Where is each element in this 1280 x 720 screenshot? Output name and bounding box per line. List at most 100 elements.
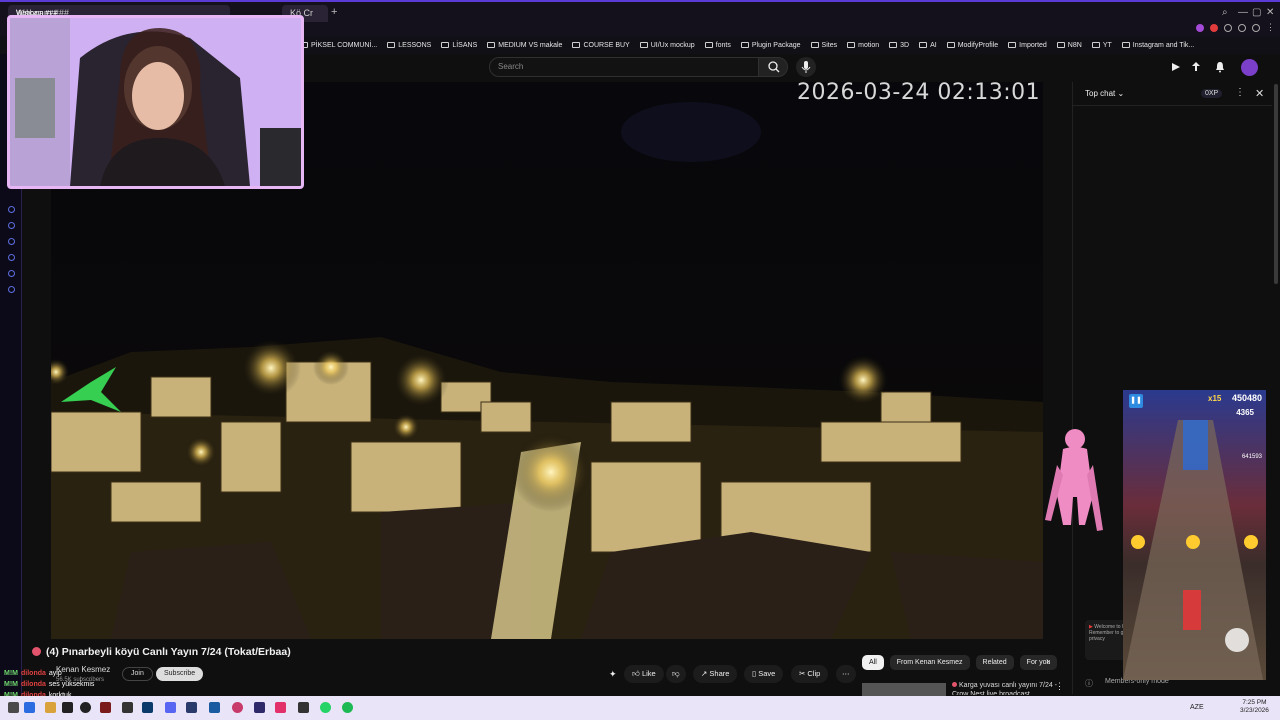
- bookmark-item[interactable]: 3D: [889, 42, 909, 49]
- discord-icon[interactable]: [165, 702, 176, 713]
- clock-icon[interactable]: [8, 238, 15, 245]
- create-icon[interactable]: [1170, 61, 1182, 73]
- extension-icon[interactable]: [1238, 24, 1246, 32]
- download-icon[interactable]: [8, 254, 15, 261]
- chat-scrollbar[interactable]: [1272, 82, 1280, 702]
- app-icon[interactable]: [275, 702, 286, 713]
- chevron-right-icon[interactable]: ›: [1046, 656, 1049, 667]
- chat-icon[interactable]: [8, 270, 15, 277]
- bookmark-item[interactable]: motion: [847, 42, 879, 49]
- more-options-icon[interactable]: ⋮: [1235, 87, 1245, 98]
- app-icon[interactable]: [142, 702, 153, 713]
- app-icon[interactable]: [62, 702, 73, 713]
- stream-chat-text: ayip: [48, 670, 62, 677]
- settings-icon[interactable]: [8, 286, 15, 293]
- bookmark-label: fonts: [715, 41, 731, 49]
- app-icon[interactable]: [122, 702, 133, 713]
- heart-icon[interactable]: [8, 222, 15, 229]
- bell-icon[interactable]: [1214, 61, 1226, 73]
- app-icon[interactable]: [100, 702, 111, 713]
- input-language[interactable]: AZE: [1190, 704, 1204, 711]
- more-actions-button[interactable]: ⋯: [836, 665, 856, 683]
- share-icon: ↗: [701, 669, 708, 678]
- app-icon[interactable]: [298, 702, 309, 713]
- extension-icon[interactable]: [1252, 24, 1260, 32]
- start-icon[interactable]: [8, 702, 19, 713]
- search-input[interactable]: Search: [489, 57, 759, 77]
- app-icon[interactable]: [232, 702, 243, 713]
- avatar[interactable]: [1241, 59, 1258, 76]
- bookmark-item[interactable]: LESSONS: [387, 42, 431, 49]
- bookmark-item[interactable]: Imported: [1008, 42, 1047, 49]
- upload-icon[interactable]: [1190, 61, 1202, 73]
- bookmark-item[interactable]: YT: [1091, 42, 1112, 49]
- bookmark-item[interactable]: Sites: [810, 42, 837, 49]
- app-icon[interactable]: [254, 702, 265, 713]
- app-icon[interactable]: [186, 702, 197, 713]
- chat-mode-dropdown[interactable]: Top chat ⌄: [1085, 89, 1124, 98]
- history-icon[interactable]: [8, 206, 15, 213]
- bookmark-item[interactable]: N8N: [1056, 42, 1082, 49]
- video-title-text: (4) Pınarbeyli köyü Canlı Yayın 7/24 (To…: [46, 646, 291, 658]
- bookmark-item[interactable]: MEDIUM VS makale: [487, 42, 562, 49]
- folder-icon: [441, 42, 450, 48]
- xp-badge[interactable]: 0XP: [1201, 89, 1223, 98]
- join-button[interactable]: Join: [122, 667, 153, 681]
- bookmark-item[interactable]: AI: [919, 42, 937, 49]
- bookmark-item[interactable]: UI/Ux mockup: [639, 42, 695, 49]
- chip-item[interactable]: For you: [1019, 655, 1058, 670]
- recommendation-chips: All From Kenan Kesmez Related For you: [862, 655, 1058, 670]
- menu-icon[interactable]: ⋮: [1266, 22, 1275, 33]
- close-chat-icon[interactable]: ✕: [1255, 87, 1264, 100]
- bookmark-item[interactable]: fonts: [704, 41, 731, 49]
- spotify-icon[interactable]: [342, 702, 353, 713]
- extension-icon[interactable]: [1224, 24, 1232, 32]
- chip-item[interactable]: All: [862, 655, 884, 670]
- chip-item[interactable]: From Kenan Kesmez: [889, 655, 970, 670]
- dislike-button[interactable]: 👎︎: [666, 665, 686, 683]
- share-label: Share: [709, 669, 730, 678]
- chip-item[interactable]: Related: [975, 655, 1014, 670]
- bookmark-label: PİKSEL COMMUNİ...: [311, 41, 378, 49]
- minimize-icon[interactable]: —: [1238, 7, 1248, 18]
- like-button[interactable]: 👍︎ Like: [624, 665, 664, 683]
- bookmark-item[interactable]: Instagram and Tik...: [1121, 42, 1194, 49]
- bookmark-item[interactable]: COURSE BUY: [572, 42, 630, 49]
- more-options-icon[interactable]: ⋮: [1055, 681, 1064, 692]
- video-timestamp: 2026-03-24 02:13:01: [797, 80, 1041, 105]
- voice-search-button[interactable]: [796, 57, 816, 77]
- whatsapp-icon[interactable]: [320, 702, 331, 713]
- bookmark-item[interactable]: LİSANS: [441, 42, 477, 49]
- related-video-title[interactable]: Karga yuvası canlı yayını 7/24 - Crow Ne…: [952, 681, 1057, 695]
- bookmark-item[interactable]: ModifyProfile: [946, 42, 998, 49]
- game-scene: [1123, 420, 1263, 680]
- close-window-icon[interactable]: ✕: [1266, 7, 1274, 18]
- sparkle-icon[interactable]: ✦: [609, 669, 617, 680]
- new-tab-button[interactable]: +: [331, 6, 337, 18]
- save-label: Save: [758, 669, 776, 678]
- info-icon[interactable]: ⓘ: [1085, 678, 1093, 689]
- system-clock[interactable]: 7:25 PM 3/23/2026: [1240, 699, 1269, 715]
- save-button[interactable]: ▯ Save: [744, 665, 784, 683]
- subscribe-button[interactable]: Subscribe: [156, 667, 204, 681]
- app-icon[interactable]: [209, 702, 220, 713]
- related-video-thumbnail[interactable]: [862, 683, 946, 697]
- mic-icon: [801, 61, 811, 73]
- bookmark-label: 3D: [900, 41, 910, 49]
- folder-icon[interactable]: [45, 702, 56, 713]
- share-button[interactable]: ↗ Share: [693, 665, 738, 683]
- chat-scroll-thumb[interactable]: [1274, 84, 1278, 284]
- maximize-icon[interactable]: ▢: [1252, 7, 1261, 18]
- bookmark-item[interactable]: Plugin Package: [740, 42, 801, 49]
- bookmark-item[interactable]: PİKSEL COMMUNİ...: [300, 42, 377, 49]
- obs-icon[interactable]: [80, 702, 91, 713]
- search-tabs-icon[interactable]: ⌕: [1222, 7, 1228, 18]
- bookmark-icon: ▯: [752, 669, 757, 678]
- webcam-label: Webcam ###: [16, 10, 58, 17]
- app-icon[interactable]: [24, 702, 35, 713]
- extension-icon[interactable]: [1210, 24, 1218, 32]
- extension-icon[interactable]: [1196, 24, 1204, 32]
- clip-button[interactable]: ✂ Clip: [791, 665, 829, 683]
- webcam-overlay: [7, 15, 304, 189]
- search-button[interactable]: [758, 57, 788, 77]
